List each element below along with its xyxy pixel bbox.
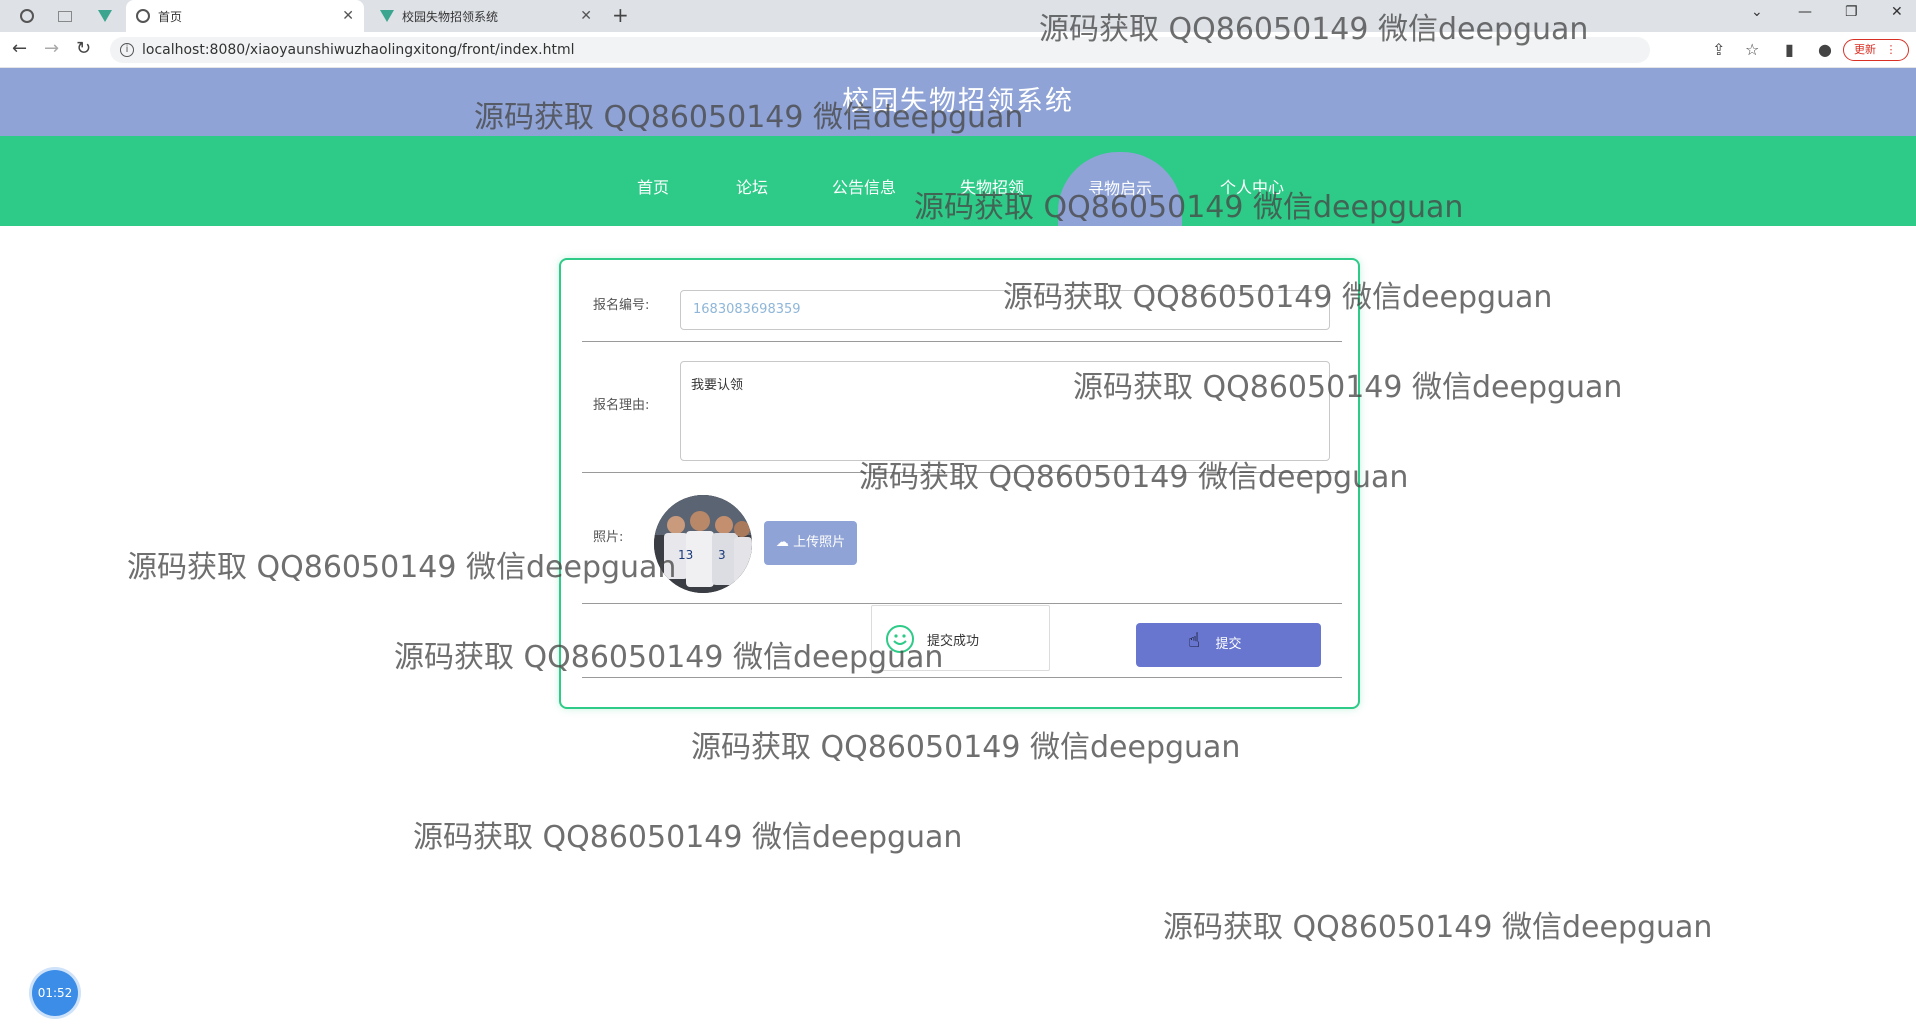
side-panel-icon[interactable]: ▮ <box>1785 40 1794 59</box>
page-icon <box>58 10 72 22</box>
watermark: 源码获取 QQ86050149 微信deepguan <box>691 730 1241 765</box>
vue-icon <box>98 10 112 22</box>
watermark: 源码获取 QQ86050149 微信deepguan <box>127 550 677 585</box>
watermark: 源码获取 QQ86050149 微信deepguan <box>394 640 944 675</box>
update-label: 更新 <box>1854 43 1876 56</box>
tab-home[interactable]: 首页 ✕ <box>126 0 364 32</box>
pinned-tab[interactable] <box>50 0 80 32</box>
pinned-tab[interactable] <box>12 0 42 32</box>
watermark: 源码获取 QQ86050149 微信deepguan <box>1003 280 1553 315</box>
back-icon[interactable]: ← <box>12 38 27 59</box>
svg-text:3: 3 <box>718 548 726 562</box>
globe-icon <box>20 9 34 23</box>
profile-icon[interactable]: ● <box>1818 40 1832 59</box>
close-icon[interactable]: ✕ <box>342 8 354 24</box>
svg-text:13: 13 <box>678 548 693 562</box>
pinned-tab[interactable] <box>90 0 120 32</box>
info-icon[interactable]: i <box>120 43 134 57</box>
new-tab-icon[interactable]: + <box>612 3 629 27</box>
browser-tab-bar: 首页 ✕ 校园失物招领系统 ✕ + ⌄ — ❐ ✕ <box>0 0 1916 32</box>
chevron-down-icon[interactable]: ⌄ <box>1751 4 1763 20</box>
watermark: 源码获取 QQ86050149 微信deepguan <box>914 190 1464 225</box>
watermark: 源码获取 QQ86050149 微信deepguan <box>474 100 1024 135</box>
address-bar: ← → ↻ i localhost:8080/xiaoyaunshiwuzhao… <box>0 32 1916 68</box>
cloud-upload-icon: ☁ <box>775 535 789 550</box>
divider <box>582 603 1342 604</box>
share-icon[interactable]: ⇪ <box>1712 40 1725 59</box>
submit-label: 提交 <box>1215 637 1242 652</box>
number-label: 报名编号: <box>593 298 650 313</box>
divider <box>582 341 1342 342</box>
vue-icon <box>380 10 394 22</box>
recording-timer: 01:52 <box>32 970 78 1016</box>
watermark: 源码获取 QQ86050149 微信deepguan <box>1163 910 1713 945</box>
watermark: 源码获取 QQ86050149 微信deepguan <box>1073 370 1623 405</box>
minimize-icon[interactable]: — <box>1798 4 1812 20</box>
watermark: 源码获取 QQ86050149 微信deepguan <box>413 820 963 855</box>
tab-label: 首页 <box>158 9 183 24</box>
close-icon[interactable]: ✕ <box>580 8 592 24</box>
watermark: 源码获取 QQ86050149 微信deepguan <box>1039 12 1589 47</box>
reload-icon[interactable]: ↻ <box>76 38 91 59</box>
tab-label: 校园失物招领系统 <box>402 9 499 24</box>
tab-system[interactable]: 校园失物招领系统 ✕ <box>370 0 602 32</box>
forward-icon[interactable]: → <box>44 38 59 59</box>
submit-button[interactable]: 提交 <box>1136 623 1321 667</box>
restore-icon[interactable]: ❐ <box>1845 4 1858 20</box>
star-icon[interactable]: ☆ <box>1745 40 1759 59</box>
upload-label: 上传照片 <box>793 535 846 550</box>
nav-item-forum[interactable]: 论坛 <box>716 136 788 226</box>
upload-photo-button[interactable]: ☁ 上传照片 <box>764 521 857 565</box>
watermark: 源码获取 QQ86050149 微信deepguan <box>859 460 1409 495</box>
close-window-icon[interactable]: ✕ <box>1891 4 1903 20</box>
divider <box>582 677 1342 678</box>
more-icon: ⋮ <box>1885 43 1897 56</box>
hand-cursor-icon: ☝ <box>1188 628 1201 652</box>
page: 首页 ✕ 校园失物招领系统 ✕ + ⌄ — ❐ ✕ ← → ↻ i localh… <box>0 0 1916 1034</box>
globe-icon <box>136 9 150 23</box>
nav-item-home[interactable]: 首页 <box>620 136 686 226</box>
nav-item-notices[interactable]: 公告信息 <box>818 136 910 226</box>
reason-label: 报名理由: <box>593 398 650 413</box>
url-text: localhost:8080/xiaoyaunshiwuzhaolingxito… <box>142 42 575 58</box>
update-button[interactable]: 更新 ⋮ <box>1843 39 1909 61</box>
